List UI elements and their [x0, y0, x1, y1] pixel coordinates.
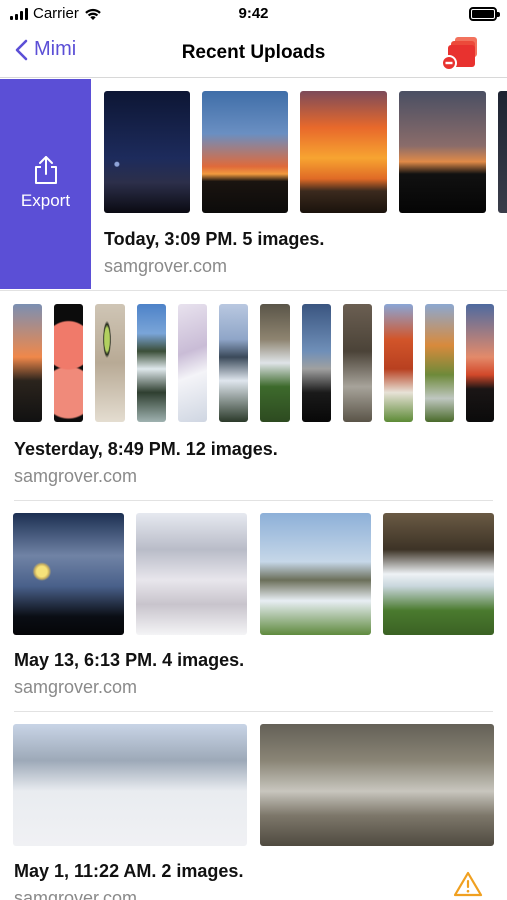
photo-thumbnail[interactable]: [260, 724, 494, 846]
status-bar: Carrier 9:42: [0, 0, 507, 30]
photo-thumbnail[interactable]: [219, 304, 248, 422]
photo-thumbnail[interactable]: [136, 513, 247, 635]
upload-site: samgrover.com: [104, 256, 228, 276]
photo-thumbnail[interactable]: [300, 91, 387, 213]
photo-thumbnail[interactable]: [302, 304, 331, 422]
upload-caption: Today, 3:09 PM. 5 images.: [104, 229, 325, 249]
photo-thumbnail[interactable]: [425, 304, 454, 422]
remove-stack-button[interactable]: [441, 34, 481, 72]
upload-caption: Yesterday, 8:49 PM. 12 images.: [14, 439, 278, 459]
photo-thumbnail[interactable]: [383, 513, 494, 635]
upload-site: samgrover.com: [14, 677, 138, 697]
upload-row[interactable]: Today, 3:09 PM. 5 images. samgrover.com: [0, 79, 507, 291]
photo-thumbnail[interactable]: [260, 513, 371, 635]
battery-icon: [469, 7, 500, 21]
photo-thumbnail[interactable]: [54, 304, 83, 422]
photo-thumbnail[interactable]: [13, 724, 247, 846]
clock: 9:42: [238, 5, 269, 22]
photo-thumbnail[interactable]: [13, 304, 42, 422]
navigation-bar: Mimi Recent Uploads: [0, 30, 507, 78]
stack-remove-icon: [441, 37, 477, 71]
photo-thumbnail[interactable]: [202, 91, 288, 213]
warning-triangle-icon: [453, 871, 483, 897]
photo-thumbnail[interactable]: [260, 304, 290, 422]
photo-thumbnail[interactable]: [178, 304, 207, 422]
photo-thumbnail[interactable]: [466, 304, 494, 422]
chevron-left-icon: [15, 39, 28, 60]
upload-site: samgrover.com: [14, 466, 138, 486]
warning-button[interactable]: [453, 871, 483, 900]
photo-thumbnail[interactable]: [95, 304, 125, 422]
back-button[interactable]: Mimi: [14, 38, 76, 61]
upload-row[interactable]: May 1, 11:22 AM. 2 images. samgrover.com: [0, 712, 507, 900]
photo-thumbnail[interactable]: [384, 304, 413, 422]
upload-caption: May 1, 11:22 AM. 2 images.: [14, 861, 244, 881]
photo-thumbnail[interactable]: [137, 304, 166, 422]
upload-row[interactable]: Yesterday, 8:49 PM. 12 images. samgrover…: [0, 291, 507, 501]
upload-row[interactable]: May 13, 6:13 PM. 4 images. samgrover.com: [0, 501, 507, 712]
upload-site: samgrover.com: [14, 888, 138, 900]
photo-thumbnail[interactable]: [13, 513, 124, 635]
photo-thumbnail[interactable]: [399, 91, 486, 213]
photo-thumbnail[interactable]: [498, 91, 507, 213]
photo-thumbnail[interactable]: [104, 91, 190, 213]
upload-caption: May 13, 6:13 PM. 4 images.: [14, 650, 245, 670]
photo-thumbnail[interactable]: [343, 304, 372, 422]
back-label: Mimi: [34, 38, 77, 60]
